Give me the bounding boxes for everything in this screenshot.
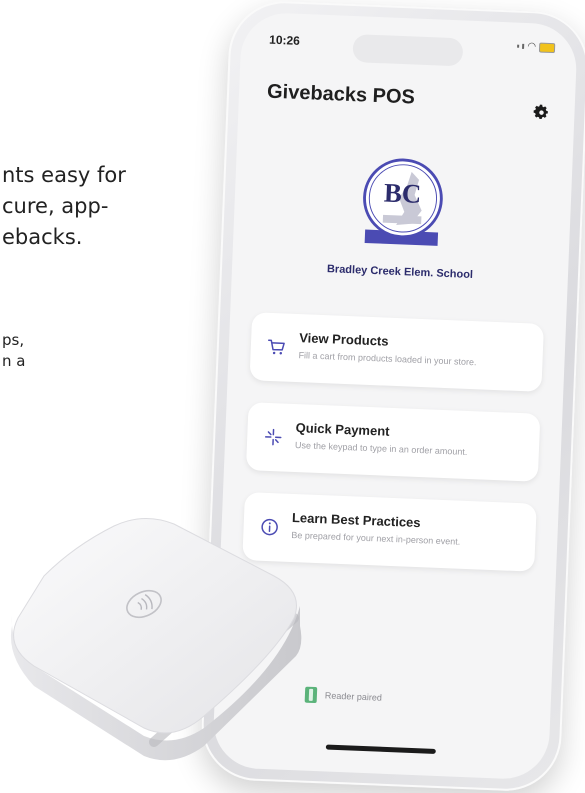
card-reader-icon bbox=[305, 687, 318, 703]
home-indicator bbox=[326, 745, 436, 754]
marketing-headline: nts easy for cure, app- ebacks. bbox=[2, 160, 126, 253]
cart-icon bbox=[266, 337, 287, 358]
school-name: Bradley Creek Elem. School bbox=[232, 259, 568, 284]
card-subtitle: Fill a cart from products loaded in your… bbox=[298, 350, 476, 367]
dynamic-island bbox=[352, 34, 463, 66]
app-title: Givebacks POS bbox=[267, 81, 416, 110]
marketing-line: ebacks. bbox=[2, 222, 126, 253]
school-logo: BC bbox=[353, 154, 453, 254]
signal-icon bbox=[517, 45, 519, 48]
marketing-line: ps, bbox=[2, 330, 25, 351]
signal-icon bbox=[522, 44, 524, 49]
logo-letters: BC bbox=[383, 177, 422, 208]
sparkle-icon bbox=[263, 427, 284, 448]
reader-status: Reader paired bbox=[305, 687, 383, 706]
marketing-body: ps, n a bbox=[2, 330, 25, 372]
marketing-line: cure, app- bbox=[2, 191, 126, 222]
status-time: 10:26 bbox=[269, 33, 300, 48]
gear-icon[interactable] bbox=[532, 103, 551, 122]
battery-icon bbox=[539, 42, 555, 53]
marketing-line: nts easy for bbox=[2, 160, 126, 191]
reader-status-label: Reader paired bbox=[325, 690, 382, 702]
card-title: Learn Best Practices bbox=[292, 510, 421, 530]
card-subtitle: Use the keypad to type in an order amoun… bbox=[295, 440, 468, 457]
card-title: Quick Payment bbox=[295, 420, 389, 439]
card-reader-device bbox=[4, 506, 304, 766]
card-subtitle: Be prepared for your next in-person even… bbox=[291, 530, 460, 547]
view-products-card[interactable]: View Products Fill a cart from products … bbox=[250, 312, 544, 392]
card-title: View Products bbox=[299, 330, 389, 349]
wifi-icon: ◠ bbox=[527, 41, 536, 52]
marketing-line: n a bbox=[2, 351, 25, 372]
quick-payment-card[interactable]: Quick Payment Use the keypad to type in … bbox=[246, 402, 540, 482]
status-icons: ◠ bbox=[517, 41, 555, 54]
